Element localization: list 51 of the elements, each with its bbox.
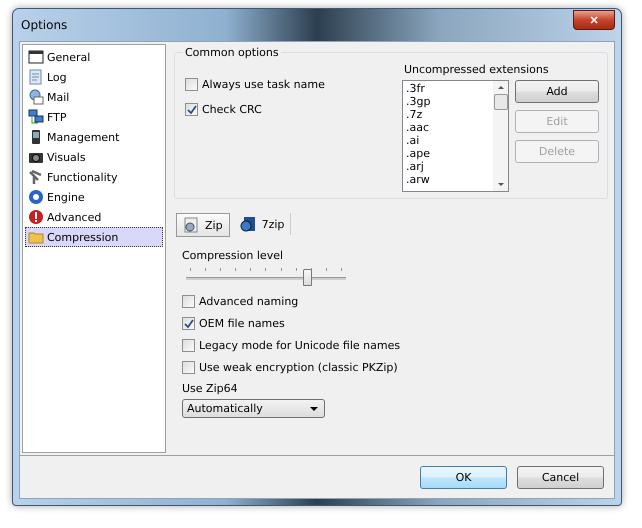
- dropdown-label: Use Zip64: [182, 382, 239, 395]
- sidebar-item[interactable]: FTP: [25, 107, 163, 127]
- archive-icon: [240, 216, 256, 232]
- checkbox-option[interactable]: Check CRC: [185, 103, 325, 116]
- tab[interactable]: Zip: [176, 213, 230, 237]
- slider-label: Compression level: [182, 249, 284, 262]
- checkbox[interactable]: [182, 339, 195, 352]
- checkbox[interactable]: [182, 295, 195, 308]
- sidebar-item[interactable]: General: [25, 47, 163, 67]
- list-label: Uncompressed extensions: [403, 63, 550, 76]
- warning-icon: [28, 209, 44, 225]
- list-item[interactable]: .7z: [406, 108, 490, 121]
- checkbox-option[interactable]: OEM file names: [182, 317, 608, 330]
- group-title: Common options: [184, 46, 280, 59]
- list-item[interactable]: .aac: [406, 121, 490, 134]
- window-title: Options: [20, 18, 68, 32]
- caret-icon: [310, 406, 318, 410]
- list-item[interactable]: .arj: [406, 160, 490, 173]
- sidebar-item[interactable]: Log: [25, 67, 163, 87]
- list-action-button[interactable]: Add: [515, 80, 599, 103]
- checkbox-option[interactable]: Use weak encryption (classic PKZip): [182, 361, 608, 374]
- checkbox[interactable]: [182, 361, 195, 374]
- tab[interactable]: 7zip: [234, 213, 292, 235]
- sidebar-item[interactable]: Functionality: [25, 167, 163, 187]
- checkbox-option[interactable]: Legacy mode for Unicode file names: [182, 339, 608, 352]
- sidebar-item[interactable]: Compression: [25, 227, 163, 247]
- sidebar-item[interactable]: Engine: [25, 187, 163, 207]
- extensions-list[interactable]: .3fr .3gp .7z .aac .ai .ape .arj .arw: [402, 80, 509, 192]
- checkbox[interactable]: [182, 317, 195, 330]
- checkbox-option[interactable]: Always use task name: [185, 78, 325, 91]
- computers-icon: [28, 109, 44, 125]
- list-item[interactable]: .3gp: [406, 95, 490, 108]
- sidebar-item[interactable]: Management: [25, 127, 163, 147]
- scrollbar[interactable]: [493, 81, 508, 191]
- list-item[interactable]: .ape: [406, 147, 490, 160]
- sidebar-item[interactable]: Advanced: [25, 207, 163, 227]
- notepad-icon: [28, 69, 44, 85]
- zip64-dropdown[interactable]: Automatically: [182, 399, 325, 418]
- dialog-button[interactable]: Cancel: [517, 466, 604, 488]
- sidebar-item[interactable]: Mail: [25, 87, 163, 107]
- dialog-button[interactable]: OK: [420, 466, 507, 488]
- list-item[interactable]: .arw: [406, 173, 490, 186]
- slider-thumb[interactable]: [302, 269, 312, 286]
- checkbox[interactable]: [185, 103, 198, 116]
- list-item[interactable]: .3fr: [406, 82, 490, 95]
- window-icon: [28, 49, 44, 65]
- list-item[interactable]: .ai: [406, 134, 490, 147]
- sidebar-item[interactable]: Visuals: [25, 147, 163, 167]
- checkbox-option[interactable]: Advanced naming: [182, 295, 608, 308]
- checkbox[interactable]: [185, 78, 198, 91]
- close-button[interactable]: ✕: [573, 10, 615, 30]
